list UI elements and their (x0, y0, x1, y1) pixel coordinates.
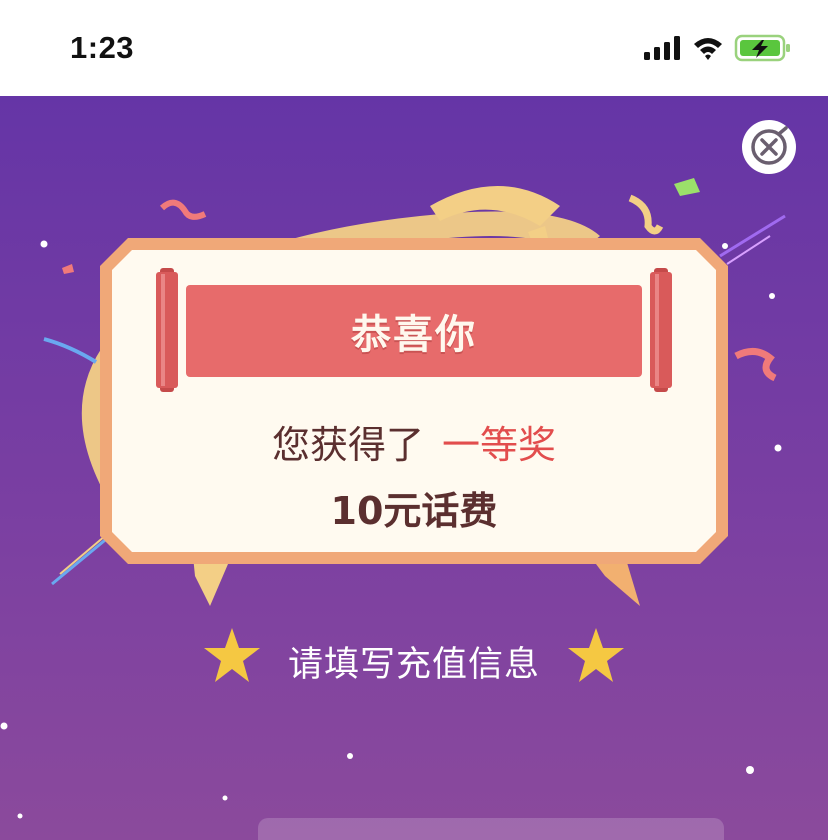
star-icon (568, 628, 624, 682)
prize-line: 您获得了 一等奖 (100, 414, 728, 469)
recharge-info-input[interactable] (258, 818, 724, 840)
congrats-banner: 恭喜你 (186, 285, 642, 377)
congrats-title: 恭喜你 (351, 312, 477, 358)
status-bar: 1:23 (0, 0, 828, 96)
battery-charging-icon (734, 34, 790, 62)
status-icons (644, 34, 794, 64)
scroll-roller-right (650, 268, 672, 392)
prize-level: 一等奖 (442, 423, 557, 467)
prize-amount: 10元话费 (330, 489, 498, 533)
status-time: 1:23 (70, 30, 135, 65)
fill-info-row: 请填写充值信息 (0, 624, 828, 694)
close-circle-icon (751, 126, 788, 165)
close-button[interactable] (742, 120, 796, 174)
fill-info-prompt: 请填写充值信息 (287, 645, 540, 685)
wifi-icon (694, 38, 722, 60)
prize-popup-stage: 恭喜你 您获得了 一等奖 10元话费 请填写充值信息 (0, 96, 828, 840)
cellular-signal-icon (644, 36, 680, 60)
scroll-roller-left (156, 268, 178, 392)
received-label: 您获得了 (271, 423, 424, 467)
